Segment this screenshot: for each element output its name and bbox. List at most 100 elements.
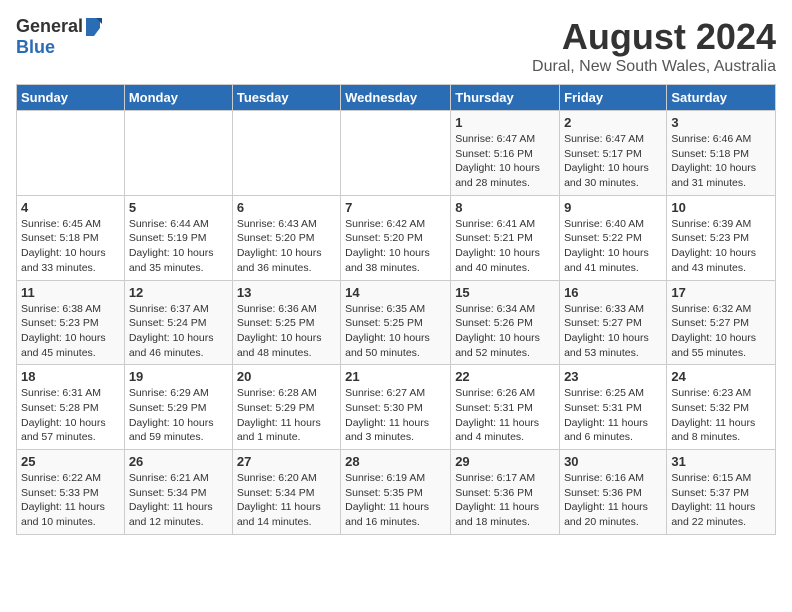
- day-number: 2: [564, 115, 662, 130]
- day-number: 14: [345, 285, 446, 300]
- day-info: Sunrise: 6:26 AM Sunset: 5:31 PM Dayligh…: [455, 386, 555, 445]
- day-info: Sunrise: 6:29 AM Sunset: 5:29 PM Dayligh…: [129, 386, 228, 445]
- day-number: 24: [671, 369, 771, 384]
- day-info: Sunrise: 6:39 AM Sunset: 5:23 PM Dayligh…: [671, 217, 771, 276]
- calendar-cell: 3 Sunrise: 6:46 AM Sunset: 5:18 PM Daylig…: [667, 111, 776, 196]
- day-number: 6: [237, 200, 336, 215]
- day-info: Sunrise: 6:25 AM Sunset: 5:31 PM Dayligh…: [564, 386, 662, 445]
- calendar-cell: 23 Sunrise: 6:25 AM Sunset: 5:31 PM Dayli…: [560, 365, 667, 450]
- day-info: Sunrise: 6:47 AM Sunset: 5:17 PM Dayligh…: [564, 132, 662, 191]
- day-number: 29: [455, 454, 555, 469]
- calendar-cell: 12 Sunrise: 6:37 AM Sunset: 5:24 PM Dayli…: [124, 280, 232, 365]
- day-info: Sunrise: 6:27 AM Sunset: 5:30 PM Dayligh…: [345, 386, 446, 445]
- calendar-cell: [341, 111, 451, 196]
- calendar-cell: 13 Sunrise: 6:36 AM Sunset: 5:25 PM Dayli…: [232, 280, 340, 365]
- day-number: 7: [345, 200, 446, 215]
- calendar-cell: 25 Sunrise: 6:22 AM Sunset: 5:33 PM Dayli…: [17, 450, 125, 535]
- logo-blue-text: Blue: [16, 37, 55, 58]
- day-number: 9: [564, 200, 662, 215]
- day-number: 12: [129, 285, 228, 300]
- day-number: 18: [21, 369, 120, 384]
- day-number: 10: [671, 200, 771, 215]
- col-header-thursday: Thursday: [451, 85, 560, 111]
- day-info: Sunrise: 6:34 AM Sunset: 5:26 PM Dayligh…: [455, 302, 555, 361]
- logo: General Blue: [16, 16, 102, 58]
- page-title: August 2024: [532, 16, 776, 58]
- calendar-cell: 10 Sunrise: 6:39 AM Sunset: 5:23 PM Dayli…: [667, 195, 776, 280]
- page-header: General Blue August 2024 Dural, New Sout…: [16, 16, 776, 76]
- col-header-friday: Friday: [560, 85, 667, 111]
- day-info: Sunrise: 6:40 AM Sunset: 5:22 PM Dayligh…: [564, 217, 662, 276]
- day-info: Sunrise: 6:45 AM Sunset: 5:18 PM Dayligh…: [21, 217, 120, 276]
- day-number: 13: [237, 285, 336, 300]
- calendar-cell: 15 Sunrise: 6:34 AM Sunset: 5:26 PM Dayli…: [451, 280, 560, 365]
- day-number: 25: [21, 454, 120, 469]
- page-subtitle: Dural, New South Wales, Australia: [532, 58, 776, 76]
- calendar-cell: 31Sunrise: 6:15 AM Sunset: 5:37 PM Dayli…: [667, 450, 776, 535]
- calendar-cell: [124, 111, 232, 196]
- calendar-week-1: 1 Sunrise: 6:47 AM Sunset: 5:16 PM Daylig…: [17, 111, 776, 196]
- day-info: Sunrise: 6:33 AM Sunset: 5:27 PM Dayligh…: [564, 302, 662, 361]
- day-info: Sunrise: 6:38 AM Sunset: 5:23 PM Dayligh…: [21, 302, 120, 361]
- calendar-cell: [232, 111, 340, 196]
- day-info: Sunrise: 6:23 AM Sunset: 5:32 PM Dayligh…: [671, 386, 771, 445]
- logo-icon: [84, 18, 102, 36]
- calendar-cell: 1 Sunrise: 6:47 AM Sunset: 5:16 PM Daylig…: [451, 111, 560, 196]
- calendar-cell: 14Sunrise: 6:35 AM Sunset: 5:25 PM Dayli…: [341, 280, 451, 365]
- day-number: 28: [345, 454, 446, 469]
- calendar-cell: 11 Sunrise: 6:38 AM Sunset: 5:23 PM Dayli…: [17, 280, 125, 365]
- day-number: 11: [21, 285, 120, 300]
- calendar-cell: 9 Sunrise: 6:40 AM Sunset: 5:22 PM Daylig…: [560, 195, 667, 280]
- calendar-cell: 17 Sunrise: 6:32 AM Sunset: 5:27 PM Dayli…: [667, 280, 776, 365]
- day-info: Sunrise: 6:46 AM Sunset: 5:18 PM Dayligh…: [671, 132, 771, 191]
- day-number: 19: [129, 369, 228, 384]
- day-number: 1: [455, 115, 555, 130]
- day-number: 30: [564, 454, 662, 469]
- day-number: 8: [455, 200, 555, 215]
- logo-general-text: General: [16, 16, 83, 37]
- day-info: Sunrise: 6:42 AM Sunset: 5:20 PM Dayligh…: [345, 217, 446, 276]
- day-number: 4: [21, 200, 120, 215]
- calendar-cell: 30 Sunrise: 6:16 AM Sunset: 5:36 PM Dayli…: [560, 450, 667, 535]
- day-number: 15: [455, 285, 555, 300]
- day-number: 3: [671, 115, 771, 130]
- day-info: Sunrise: 6:22 AM Sunset: 5:33 PM Dayligh…: [21, 471, 120, 530]
- col-header-saturday: Saturday: [667, 85, 776, 111]
- col-header-wednesday: Wednesday: [341, 85, 451, 111]
- day-number: 27: [237, 454, 336, 469]
- day-info: Sunrise: 6:43 AM Sunset: 5:20 PM Dayligh…: [237, 217, 336, 276]
- day-info: Sunrise: 6:44 AM Sunset: 5:19 PM Dayligh…: [129, 217, 228, 276]
- day-info: Sunrise: 6:16 AM Sunset: 5:36 PM Dayligh…: [564, 471, 662, 530]
- calendar-cell: 20Sunrise: 6:28 AM Sunset: 5:29 PM Dayli…: [232, 365, 340, 450]
- calendar-cell: 7 Sunrise: 6:42 AM Sunset: 5:20 PM Daylig…: [341, 195, 451, 280]
- col-header-sunday: Sunday: [17, 85, 125, 111]
- calendar-cell: 22Sunrise: 6:26 AM Sunset: 5:31 PM Dayli…: [451, 365, 560, 450]
- col-header-monday: Monday: [124, 85, 232, 111]
- calendar-cell: 19 Sunrise: 6:29 AM Sunset: 5:29 PM Dayli…: [124, 365, 232, 450]
- calendar-cell: 5 Sunrise: 6:44 AM Sunset: 5:19 PM Daylig…: [124, 195, 232, 280]
- calendar-cell: 2 Sunrise: 6:47 AM Sunset: 5:17 PM Daylig…: [560, 111, 667, 196]
- day-info: Sunrise: 6:31 AM Sunset: 5:28 PM Dayligh…: [21, 386, 120, 445]
- day-info: Sunrise: 6:32 AM Sunset: 5:27 PM Dayligh…: [671, 302, 771, 361]
- day-info: Sunrise: 6:37 AM Sunset: 5:24 PM Dayligh…: [129, 302, 228, 361]
- day-number: 16: [564, 285, 662, 300]
- day-info: Sunrise: 6:28 AM Sunset: 5:29 PM Dayligh…: [237, 386, 336, 445]
- day-info: Sunrise: 6:36 AM Sunset: 5:25 PM Dayligh…: [237, 302, 336, 361]
- calendar-cell: 21Sunrise: 6:27 AM Sunset: 5:30 PM Dayli…: [341, 365, 451, 450]
- calendar-cell: 26Sunrise: 6:21 AM Sunset: 5:34 PM Dayli…: [124, 450, 232, 535]
- day-number: 5: [129, 200, 228, 215]
- calendar-cell: 4 Sunrise: 6:45 AM Sunset: 5:18 PM Daylig…: [17, 195, 125, 280]
- day-number: 23: [564, 369, 662, 384]
- calendar-cell: 8Sunrise: 6:41 AM Sunset: 5:21 PM Daylig…: [451, 195, 560, 280]
- day-info: Sunrise: 6:47 AM Sunset: 5:16 PM Dayligh…: [455, 132, 555, 191]
- day-number: 17: [671, 285, 771, 300]
- calendar-cell: [17, 111, 125, 196]
- calendar-cell: 28Sunrise: 6:19 AM Sunset: 5:35 PM Dayli…: [341, 450, 451, 535]
- calendar-table: SundayMondayTuesdayWednesdayThursdayFrid…: [16, 84, 776, 535]
- calendar-cell: 6 Sunrise: 6:43 AM Sunset: 5:20 PM Daylig…: [232, 195, 340, 280]
- day-info: Sunrise: 6:17 AM Sunset: 5:36 PM Dayligh…: [455, 471, 555, 530]
- day-info: Sunrise: 6:20 AM Sunset: 5:34 PM Dayligh…: [237, 471, 336, 530]
- calendar-cell: 18 Sunrise: 6:31 AM Sunset: 5:28 PM Dayli…: [17, 365, 125, 450]
- day-number: 31: [671, 454, 771, 469]
- calendar-cell: 16 Sunrise: 6:33 AM Sunset: 5:27 PM Dayli…: [560, 280, 667, 365]
